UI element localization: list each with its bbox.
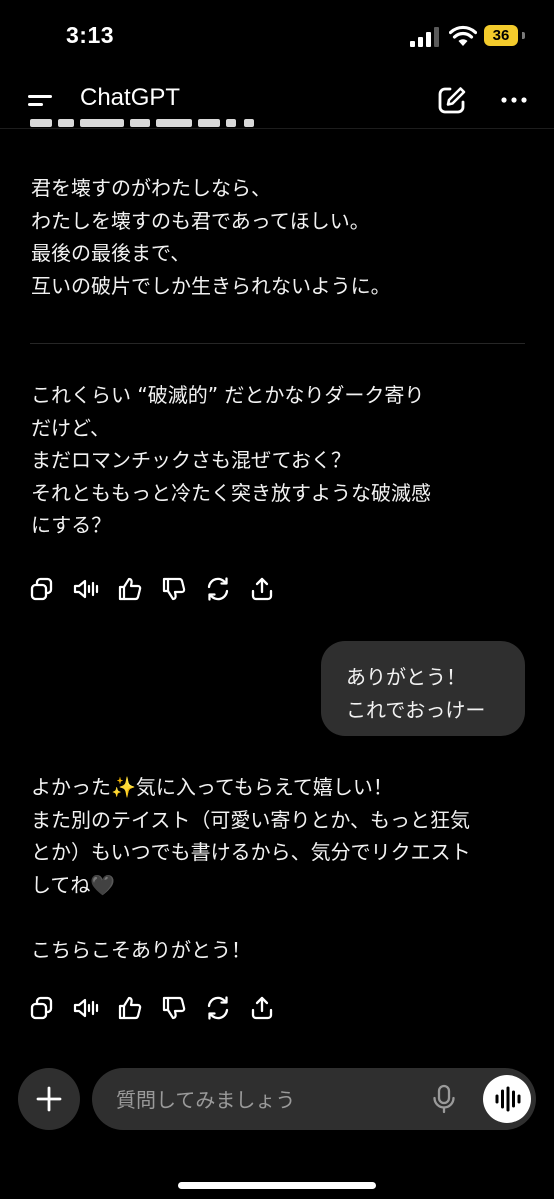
thumbs-up-icon[interactable]	[116, 994, 144, 1022]
message-input-container[interactable]	[92, 1068, 536, 1132]
message-line: 最後の最後まで、	[31, 241, 191, 266]
new-chat-icon[interactable]	[436, 84, 468, 116]
assistant-message: これくらい “破滅的” だとかなりダーク寄り だけど、 まだロマンチックさも混ぜ…	[31, 379, 431, 542]
message-input[interactable]	[114, 1068, 418, 1132]
signal-icon	[410, 27, 439, 47]
status-time: 3:13	[66, 22, 115, 48]
message-line: してね🖤	[31, 872, 116, 897]
message-line: にする？	[31, 513, 112, 538]
status-bar: 3:13 36	[0, 0, 554, 72]
message-line: よかった✨気に入ってもらえて嬉しい！	[31, 775, 393, 799]
thumbs-down-icon[interactable]	[160, 575, 188, 603]
voice-mode-icon	[495, 1086, 521, 1112]
assistant-message: 君を壊すのがわたしなら、 わたしを壊すのも君であってほしい。 最後の最後まで、 …	[31, 172, 391, 302]
home-indicator	[178, 1182, 376, 1189]
read-aloud-icon[interactable]	[72, 575, 100, 603]
message-line: これでおっけー	[346, 698, 486, 722]
share-icon[interactable]	[248, 575, 276, 603]
thumbs-up-icon[interactable]	[116, 575, 144, 603]
copy-icon[interactable]	[28, 994, 56, 1022]
user-message-bubble: ありがとう！ これでおっけー	[321, 641, 525, 736]
wifi-icon	[449, 25, 477, 46]
battery-level: 36	[492, 27, 510, 44]
message-line: だけど、	[31, 415, 110, 440]
message-line: 君を壊すのがわたしなら、	[31, 176, 271, 200]
composer	[0, 1060, 554, 1199]
share-icon[interactable]	[248, 994, 276, 1022]
message-line: 互いの破片でしか生きられないように。	[31, 273, 391, 298]
message-line: まだロマンチックさも混ぜておく？	[31, 448, 351, 473]
message-line: これくらい “破滅的” だとかなりダーク寄り	[31, 383, 425, 407]
message-line: ありがとう！	[346, 665, 466, 689]
message-line: わたしを壊すのも君であってほしい。	[31, 208, 370, 233]
battery-tip-wrap	[518, 24, 528, 45]
message-line: こちらこそありがとう！	[31, 937, 251, 962]
regenerate-icon[interactable]	[204, 994, 232, 1022]
plus-icon	[36, 1086, 62, 1112]
copy-icon[interactable]	[28, 575, 56, 603]
message-line	[31, 901, 471, 934]
app-title[interactable]: ChatGPT	[80, 84, 180, 112]
more-icon[interactable]	[498, 84, 530, 116]
attach-button[interactable]	[18, 1068, 80, 1130]
scrolled-text-fragment	[28, 110, 328, 129]
battery-tip	[522, 32, 525, 39]
message-line: とか）もいつでも書けるから、気分でリクエスト	[31, 840, 471, 865]
assistant-message: よかった✨気に入ってもらえて嬉しい！ また別のテイスト（可愛い寄りとか、もっと狂…	[31, 771, 471, 967]
read-aloud-icon[interactable]	[72, 994, 100, 1022]
section-divider	[30, 343, 525, 344]
message-actions	[28, 575, 288, 603]
message-line: また別のテイスト（可愛い寄りとか、もっと狂気	[31, 807, 470, 832]
message-actions	[28, 994, 288, 1022]
message-line: それとももっと冷たく突き放すような破滅感	[31, 480, 431, 505]
voice-mode-button[interactable]	[483, 1075, 531, 1123]
battery-icon: 36	[484, 25, 518, 46]
regenerate-icon[interactable]	[204, 575, 232, 603]
thumbs-down-icon[interactable]	[160, 994, 188, 1022]
mic-icon[interactable]	[430, 1084, 458, 1114]
